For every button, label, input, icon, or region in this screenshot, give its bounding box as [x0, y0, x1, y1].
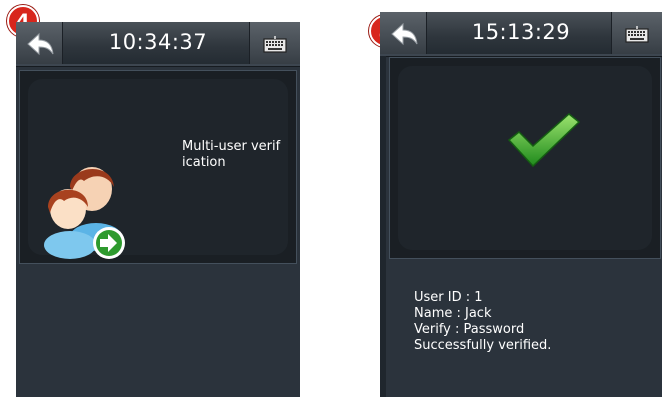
clock: 15:13:29: [471, 20, 571, 44]
keyboard-icon: [625, 26, 649, 43]
result-text: Successfully verified.: [414, 338, 552, 353]
top-bar: 15:13:29: [380, 12, 662, 57]
user-name-text: Name : Jack: [414, 306, 492, 321]
screen-verified: 15:13:29 User ID: 1 Name: Jack Verify …: [380, 12, 662, 397]
users-icon: [44, 167, 125, 259]
back-button[interactable]: [16, 22, 63, 66]
keyboard-button[interactable]: [611, 12, 662, 56]
multi-user-label-line2: ication: [182, 155, 226, 170]
left-edge: [380, 56, 386, 397]
verification-info: User ID : 1 Name : Jack Verify : Passwor…: [414, 290, 551, 354]
result-panel: [389, 57, 661, 259]
screen-multi-user: 10:34:37 Multi-user verif ication: [16, 22, 300, 397]
back-button[interactable]: [380, 12, 427, 56]
checkmark-icon: [507, 113, 581, 168]
verification-mode-tile[interactable]: Multi-user verif ication: [19, 70, 297, 264]
multi-user-label-line1: Multi-user verif: [182, 139, 281, 154]
next-arrow-icon: [93, 227, 125, 259]
user-id-text: User ID : 1: [414, 290, 483, 305]
back-arrow-icon: [27, 32, 54, 56]
back-arrow-icon: [391, 22, 418, 46]
top-bar: 10:34:37: [16, 22, 300, 67]
keyboard-button[interactable]: [249, 22, 300, 66]
verify-mode-text: Verify : Password: [414, 322, 525, 337]
keyboard-icon: [263, 36, 287, 53]
clock: 10:34:37: [108, 30, 208, 54]
multi-user-label: Multi-user verif ication: [182, 139, 292, 171]
